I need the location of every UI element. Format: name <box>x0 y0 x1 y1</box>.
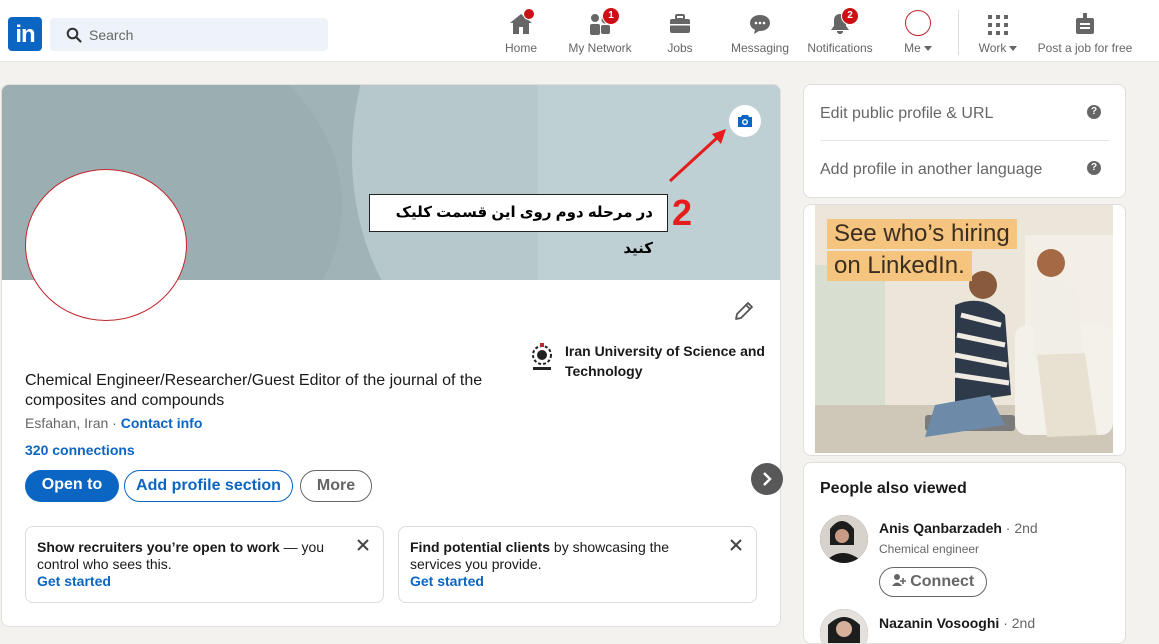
nav-jobs[interactable]: Jobs <box>663 10 697 55</box>
notifications-badge: 2 <box>841 7 859 25</box>
person-title: Chemical engineer <box>879 542 980 556</box>
open-to-work-card: Show recruiters you’re open to work — yo… <box>25 526 384 603</box>
nav-label: My Network <box>568 41 632 55</box>
add-person-icon <box>891 574 906 586</box>
connection-degree: · 2nd <box>999 615 1036 631</box>
edit-cover-button[interactable] <box>729 105 761 137</box>
location-text: Esfahan, Iran <box>25 415 109 431</box>
profile-location-line: Esfahan, Iran · Contact info <box>25 415 202 431</box>
nav-divider <box>958 10 959 55</box>
profile-headline: Chemical Engineer/Researcher/Guest Edito… <box>25 372 483 409</box>
nav-notifications[interactable]: 2 Notifications <box>805 7 875 55</box>
person-photo <box>820 515 868 563</box>
divider <box>820 140 1109 141</box>
nav-home[interactable]: Home <box>499 8 543 55</box>
top-nav-bar: in Search Home 1 My Network Jobs Messagi… <box>0 0 1159 62</box>
university-link[interactable]: Iran University of Science and Technolog… <box>565 341 765 381</box>
add-profile-section-button[interactable]: Add profile section <box>124 470 293 502</box>
nav-label: Messaging <box>730 41 790 55</box>
nav-label: Home <box>504 41 537 55</box>
people-also-viewed-title: People also viewed <box>820 480 967 497</box>
help-icon[interactable]: ? <box>1087 105 1101 119</box>
people-also-viewed-card: People also viewed Anis Qanbarzadeh · 2n… <box>803 462 1126 644</box>
annotation-step-number: 2 <box>672 192 693 233</box>
add-language-profile-link[interactable]: Add profile in another language <box>820 161 1042 179</box>
help-icon[interactable]: ? <box>1087 161 1101 175</box>
connections-link[interactable]: 320 connections <box>25 442 135 458</box>
person-name[interactable]: Anis Qanbarzadeh <box>879 520 1002 536</box>
profile-photo[interactable] <box>25 169 187 321</box>
chevron-down-icon <box>923 46 932 52</box>
get-started-link[interactable]: Get started <box>37 573 349 590</box>
find-clients-card: Find potential clients by showcasing the… <box>398 526 757 603</box>
nav-me[interactable]: Me <box>898 10 938 55</box>
card-title: Show recruiters you’re open to work <box>37 539 280 555</box>
search-icon <box>66 27 82 43</box>
chevron-right-icon <box>763 472 772 486</box>
network-badge: 1 <box>602 7 620 25</box>
close-icon[interactable] <box>356 538 370 552</box>
hiring-ad-banner[interactable]: See who’s hiring on LinkedIn. <box>815 205 1113 453</box>
get-started-link[interactable]: Get started <box>410 573 722 590</box>
ad-headline-line2: on LinkedIn. <box>827 251 972 281</box>
notification-dot <box>523 8 535 20</box>
connect-label: Connect <box>910 573 975 590</box>
avatar-icon <box>905 10 931 36</box>
connect-button[interactable]: Connect <box>879 567 987 597</box>
post-job-icon <box>1076 13 1094 34</box>
person-photo <box>820 609 868 643</box>
nav-label: Post a job for free <box>1037 41 1133 55</box>
person-name-line[interactable]: Anis Qanbarzadeh · 2nd <box>879 520 1038 536</box>
separator: · <box>108 415 121 431</box>
avatar[interactable] <box>820 515 868 563</box>
nav-label: Jobs <box>667 41 693 55</box>
briefcase-icon <box>670 14 690 33</box>
nav-post-job[interactable]: Post a job for free <box>1036 10 1134 55</box>
more-button[interactable]: More <box>300 470 372 502</box>
ad-headline-line1: See who’s hiring <box>827 219 1017 249</box>
nav-label: Me <box>904 41 921 55</box>
person-name[interactable]: Nazanin Vosooghi <box>879 615 999 631</box>
annotation-callout: در مرحله دوم روی این قسمت کلیک کنید <box>369 194 668 257</box>
nav-label: Notifications <box>807 41 873 55</box>
university-logo <box>532 343 552 370</box>
carousel-next-button[interactable] <box>751 463 783 495</box>
search-box[interactable]: Search <box>50 18 328 51</box>
linkedin-logo[interactable]: in <box>8 17 42 51</box>
contact-info-link[interactable]: Contact info <box>121 415 203 431</box>
person-name-line[interactable]: Nazanin Vosooghi · 2nd <box>879 615 1035 631</box>
nav-messaging[interactable]: Messaging <box>729 10 791 55</box>
messaging-icon <box>750 15 770 34</box>
grid-icon <box>988 15 1008 35</box>
edit-public-profile-link[interactable]: Edit public profile & URL <box>820 105 993 123</box>
chevron-down-icon <box>1009 46 1018 52</box>
profile-card: در مرحله دوم روی این قسمت کلیک کنید 2 Ir… <box>1 84 781 627</box>
avatar[interactable] <box>820 609 868 643</box>
nav-my-network[interactable]: 1 My Network <box>566 7 634 55</box>
camera-icon <box>738 115 752 127</box>
close-icon[interactable] <box>729 538 743 552</box>
nav-label: Work <box>978 41 1007 55</box>
card-title: Find potential clients <box>410 539 551 555</box>
open-to-button[interactable]: Open to <box>25 470 119 502</box>
connection-degree: · 2nd <box>1001 520 1038 536</box>
profile-settings-card: Edit public profile & URL ? Add profile … <box>803 84 1126 198</box>
search-input[interactable]: Search <box>89 27 133 43</box>
nav-work[interactable]: Work <box>975 10 1021 55</box>
pencil-icon <box>735 302 753 320</box>
edit-intro-button[interactable] <box>733 300 755 327</box>
annotation-arrow <box>668 129 726 183</box>
